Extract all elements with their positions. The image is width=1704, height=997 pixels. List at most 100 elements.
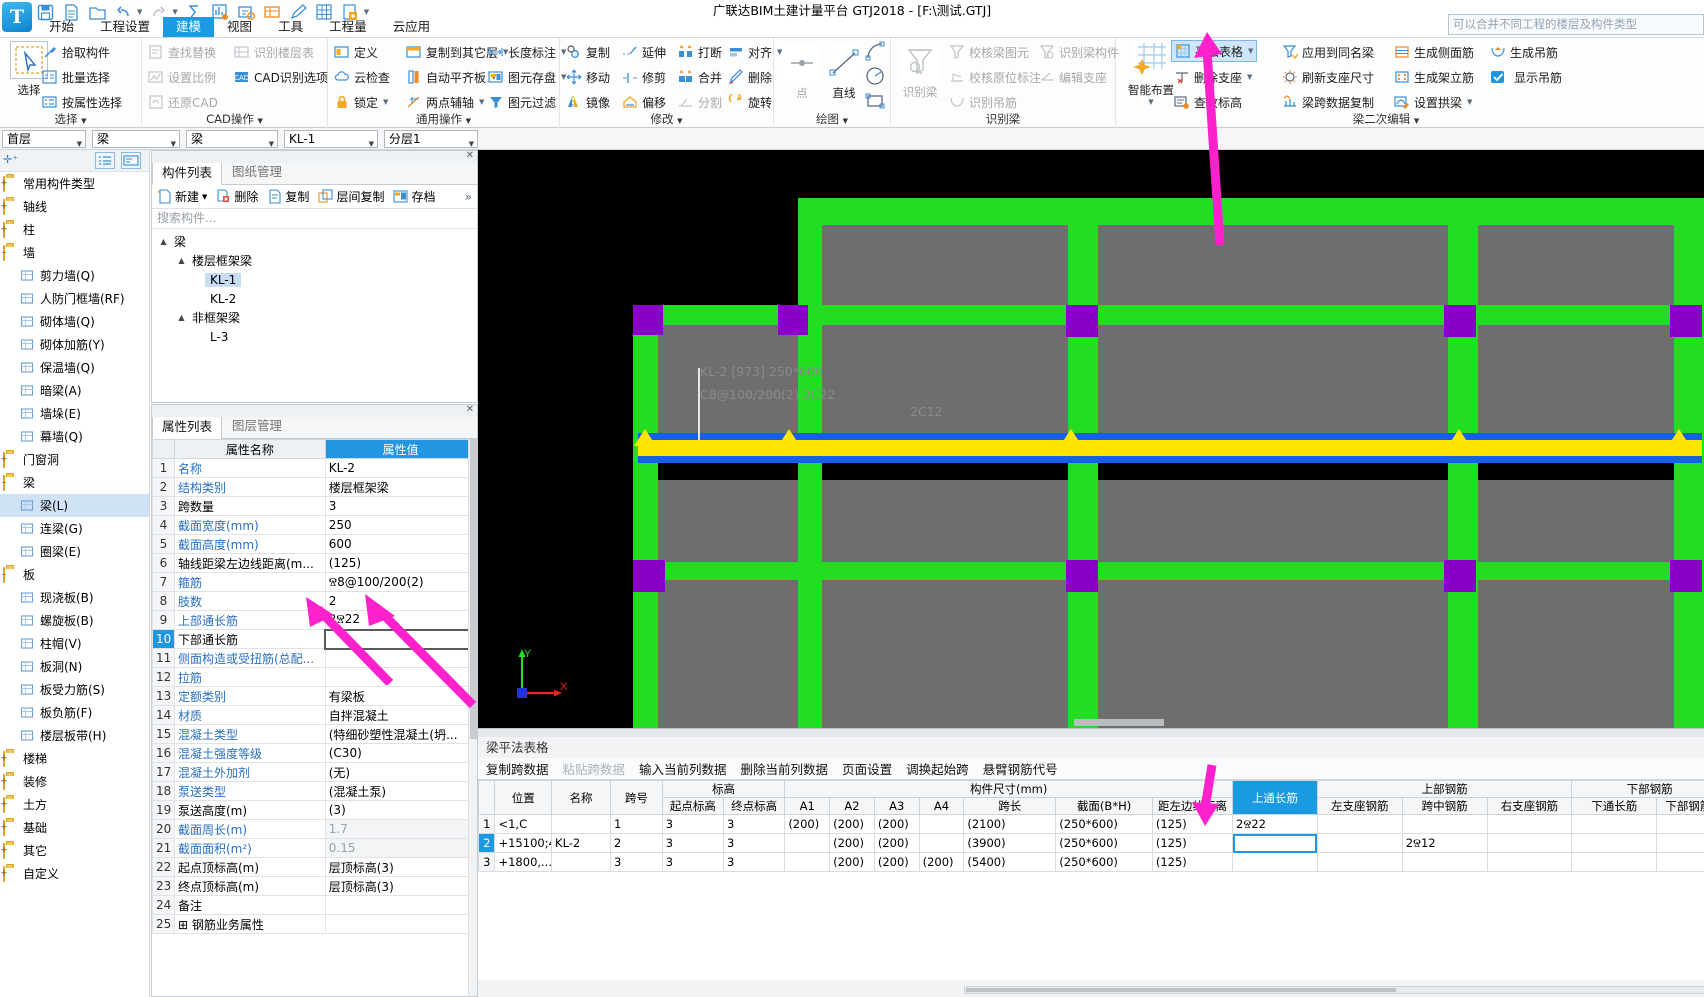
- sidebar-item-9[interactable]: 暗梁(A): [0, 379, 149, 402]
- property-value[interactable]: 层顶标高(3): [324, 857, 477, 877]
- redo-dropdown-caret[interactable]: ▼: [172, 8, 177, 16]
- property-value[interactable]: [324, 628, 477, 650]
- table-header-截面(B*H)[interactable]: 截面(B*H): [1055, 797, 1153, 815]
- property-value[interactable]: 2Ⱄ22: [324, 610, 477, 630]
- column-element[interactable]: [778, 305, 808, 335]
- beam-flat-table[interactable]: 位置 名称 跨号 标高 构件尺寸(mm) 上通长筋 上部钢筋 下部钢筋 起点标高 终点标高 A1 A2…: [478, 780, 1704, 872]
- cell-终点标高[interactable]: 3: [723, 833, 786, 853]
- app-logo[interactable]: T: [2, 2, 32, 32]
- properties-scrollbar[interactable]: [468, 439, 477, 996]
- subcategory-select[interactable]: 梁 ▼: [186, 130, 278, 148]
- cell-跨中钢筋[interactable]: [1401, 852, 1488, 872]
- table-header-下部钢筋2[interactable]: 下部钢筋2: [1656, 797, 1704, 815]
- tab-工程量[interactable]: 工程量: [316, 17, 380, 37]
- bottom-command-6[interactable]: 悬臂钢筋代号: [983, 759, 1058, 778]
- property-value[interactable]: Ⱄ8@100/200(2): [324, 572, 477, 592]
- ribbon-item-length-dim[interactable]: 长度标注 ▼: [488, 41, 566, 63]
- sidebar-item-19[interactable]: 螺旋板(B): [0, 609, 149, 632]
- sidebar-item-10[interactable]: 墙垛(E): [0, 402, 149, 425]
- tree-expander-icon[interactable]: ▲: [176, 313, 187, 322]
- cell-下通长筋[interactable]: [1571, 852, 1658, 872]
- ribbon-item-cloud-check[interactable]: 云检查: [334, 66, 390, 88]
- cell-跨号[interactable]: 3: [609, 852, 663, 872]
- circle-icon[interactable]: [864, 65, 886, 90]
- beam-element[interactable]: [1068, 198, 1448, 225]
- close-icon[interactable]: ✕: [466, 150, 474, 161]
- property-value[interactable]: (混凝土泵): [324, 781, 477, 801]
- layer-select[interactable]: 分层1 ▼: [384, 130, 478, 148]
- ribbon-item-trim[interactable]: 修剪: [622, 66, 666, 88]
- cell-位置[interactable]: +15100;4: [494, 833, 553, 853]
- sidebar-item-22[interactable]: 板受力筋(S): [0, 678, 149, 701]
- copy-component-button[interactable]: 复制: [267, 188, 309, 205]
- table-header-A1[interactable]: A1: [784, 797, 831, 815]
- bottom-table-hscrollbar-thumb[interactable]: [966, 988, 1396, 992]
- draw-line-button[interactable]: 直线: [818, 44, 870, 101]
- cell-下部钢筋2[interactable]: [1656, 833, 1704, 853]
- ribbon-item-extend[interactable]: 延伸: [622, 41, 666, 63]
- cell-A3[interactable]: (200): [873, 814, 920, 834]
- tab-工具[interactable]: 工具: [265, 17, 316, 37]
- table-header-跨号[interactable]: 跨号: [609, 780, 663, 815]
- component-panel-tabs[interactable]: 构件列表 图纸管理: [152, 159, 477, 185]
- ribbon-item-apply-same-beam[interactable]: 应用到同名梁: [1282, 41, 1374, 63]
- property-value[interactable]: [324, 895, 477, 915]
- ribbon-item-check-beam-element[interactable]: 校核梁图元: [949, 41, 1029, 63]
- ribbon-item-recognize-hanger[interactable]: 识别吊筋: [949, 91, 1017, 113]
- component-select[interactable]: KL-1 ▼: [284, 130, 378, 148]
- tree-item-2[interactable]: KL-1: [152, 270, 477, 289]
- row-header[interactable]: 1: [478, 814, 496, 834]
- cell-距左边线距离[interactable]: (125): [1151, 814, 1234, 834]
- property-row[interactable]: 10 下部通长筋: [152, 628, 477, 650]
- floor-copy-button[interactable]: 层间复制: [318, 188, 384, 205]
- cell-A1[interactable]: (200): [784, 814, 831, 834]
- sidebar-item-29[interactable]: + 其它: [0, 839, 149, 862]
- chevron-down-icon[interactable]: ▼: [1247, 73, 1252, 81]
- column-element[interactable]: [633, 560, 665, 592]
- cell-右支座钢筋[interactable]: [1486, 852, 1573, 872]
- cell-下部钢筋2[interactable]: [1656, 852, 1704, 872]
- property-row[interactable]: 1 名称 KL-2: [152, 458, 477, 478]
- sidebar-item-17[interactable]: – 板: [0, 563, 149, 586]
- cell-截面(B*H)[interactable]: (250*600): [1055, 833, 1153, 853]
- property-value[interactable]: 1.7: [324, 819, 477, 839]
- show-hanger-checkbox[interactable]: [1490, 69, 1506, 85]
- tree-item-5[interactable]: L-3: [152, 327, 477, 346]
- property-row[interactable]: 8 肢数 2: [152, 591, 477, 611]
- component-tree[interactable]: ▲ 梁 ▲ 楼层框架梁 KL-1 KL-2 ▲ 非框架梁 L-3: [152, 229, 477, 346]
- property-row[interactable]: 4 截面宽度(mm) 250: [152, 515, 477, 535]
- ribbon-item-span-data-copy[interactable]: 梁跨数据复制: [1282, 91, 1374, 113]
- cell-左支座钢筋[interactable]: [1316, 814, 1403, 834]
- ribbon-item-recognize-floor-table[interactable]: 识别楼层表: [234, 41, 314, 63]
- cell-截面(B*H)[interactable]: (250*600): [1055, 852, 1153, 872]
- ribbon-item-gen-erect-bar[interactable]: 生成架立筋: [1394, 66, 1474, 88]
- chevron-down-icon[interactable]: ▼: [1467, 98, 1472, 106]
- cell-名称[interactable]: [551, 852, 611, 872]
- beam-element[interactable]: [633, 562, 1704, 580]
- ribbon-item-flat-table[interactable]: 平法表格 ▼: [1171, 40, 1258, 62]
- ribbon-item-copy[interactable]: 复制: [566, 41, 610, 63]
- chevron-down-icon[interactable]: ▼: [1248, 47, 1253, 55]
- property-row[interactable]: 16 混凝土强度等级 (C30): [152, 743, 477, 763]
- property-value[interactable]: [324, 667, 477, 687]
- ribbon-item-set-scale[interactable]: 设置比例: [148, 66, 216, 88]
- cell-距左边线距离[interactable]: (125): [1151, 852, 1234, 872]
- sidebar-item-14[interactable]: 梁(L): [0, 494, 149, 517]
- ribbon-item-check-inplace-note[interactable]: 校核原位标注: [949, 66, 1041, 88]
- property-value[interactable]: 0.15: [324, 838, 477, 858]
- property-row[interactable]: 3 跨数量 3: [152, 496, 477, 516]
- ribbon-item-cad-options[interactable]: CAD CAD识别选项: [234, 66, 328, 88]
- cell-上通长筋[interactable]: 2Ⱄ22: [1232, 814, 1318, 834]
- cell-名称[interactable]: [551, 814, 611, 834]
- cell-位置[interactable]: +1800,...: [494, 852, 553, 872]
- bottom-command-4[interactable]: 页面设置: [842, 759, 892, 778]
- sidebar-item-24[interactable]: 楼层板带(H): [0, 724, 149, 747]
- bottom-command-5[interactable]: 调换起始跨: [906, 759, 969, 778]
- sidebar-item-11[interactable]: 幕墙(Q): [0, 425, 149, 448]
- cell-跨号[interactable]: 2: [609, 833, 663, 853]
- table-header-左支座钢筋[interactable]: 左支座钢筋: [1316, 797, 1403, 815]
- cell-A3[interactable]: (200): [873, 852, 920, 872]
- beam-table-wrapper[interactable]: 位置 名称 跨号 标高 构件尺寸(mm) 上通长筋 上部钢筋 下部钢筋 起点标高 终点标高 A1 A2…: [478, 780, 1704, 980]
- property-value[interactable]: (C30): [324, 743, 477, 763]
- property-row[interactable]: 9 上部通长筋 2Ⱄ22: [152, 610, 477, 630]
